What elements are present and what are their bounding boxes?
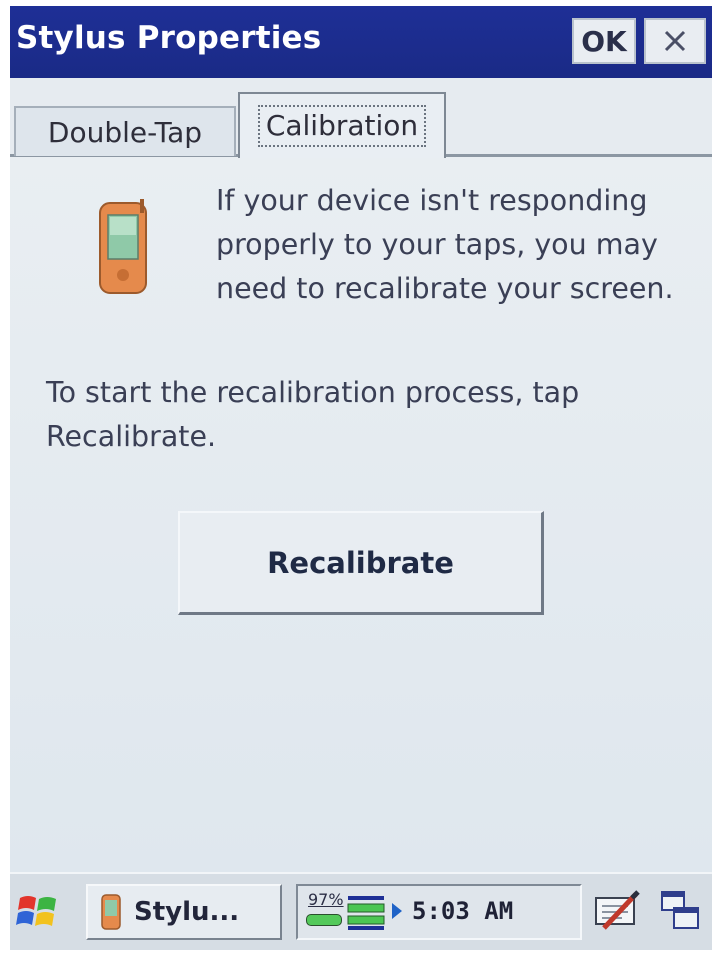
tab-double-tap-label: Double-Tap [47,115,203,149]
tab-double-tap[interactable]: Double-Tap [14,106,236,156]
battery-percent: 97% [308,890,344,909]
task-button-label: Stylu... [134,897,240,927]
title-bar: Stylus Properties OK [10,6,712,78]
input-panel-icon[interactable] [592,886,640,936]
tab-calibration[interactable]: Calibration [238,92,446,158]
recalibrate-button[interactable]: Recalibrate [178,511,544,615]
ok-button[interactable]: OK [572,18,636,64]
calibration-panel: If your device isn't responding properly… [10,157,712,872]
switch-windows-icon[interactable] [656,886,704,936]
battery-icon [306,914,342,926]
instruction-text: To start the recalibration process, tap … [46,376,580,453]
clock[interactable]: 5:03 AM [412,897,513,925]
taskbar: Stylu... 97% 5:03 AM [10,872,712,950]
close-button[interactable] [644,18,706,64]
windows-flag-icon[interactable] [14,888,64,938]
window-title: Stylus Properties [16,20,322,56]
arrow-right-icon [392,903,402,919]
pda-device-icon [99,199,147,294]
device-screen: Stylus Properties OK Double-Tap Calibrat… [10,6,712,950]
task-button-stylus[interactable]: Stylu... [86,884,282,940]
pda-device-icon [101,894,121,930]
tab-calibration-label: Calibration [257,105,427,147]
intro-text: If your device isn't responding properly… [216,184,674,305]
close-icon [664,30,686,52]
notification-tray[interactable]: 97% 5:03 AM [296,884,582,940]
connectivity-icon [347,896,385,930]
